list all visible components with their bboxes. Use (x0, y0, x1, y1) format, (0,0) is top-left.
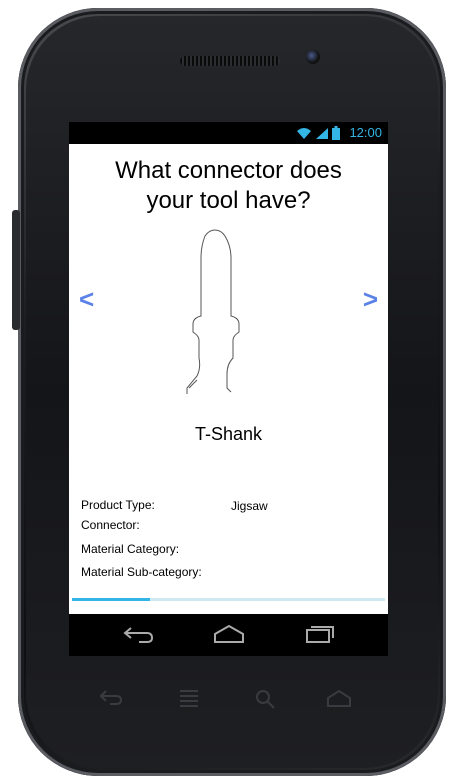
progress-bar (72, 598, 385, 601)
wifi-icon (297, 127, 311, 139)
product-type-value: Jigsaw (231, 499, 268, 513)
hw-search-icon (256, 690, 275, 709)
system-nav-bar (69, 614, 388, 656)
question-line-1: What connector does (115, 157, 342, 184)
status-time: 12:00 (349, 125, 382, 140)
material-subcategory-label: Material Sub-category: (81, 565, 202, 579)
material-category-label: Material Category: (81, 542, 180, 556)
hw-back-icon (99, 690, 123, 705)
next-arrow-button[interactable]: > (363, 284, 378, 315)
battery-icon (332, 126, 340, 140)
product-type-label: Product Type: (81, 498, 155, 512)
status-icons (296, 125, 340, 141)
question-title: What connector does your tool have? (69, 156, 388, 216)
signal-icon (316, 127, 328, 139)
t-shank-connector-image (186, 229, 240, 394)
connector-name: T-Shank (194, 424, 263, 444)
hw-menu-icon (180, 690, 198, 707)
connector-label: Connector: (81, 518, 140, 532)
previous-arrow-button[interactable]: < (79, 284, 94, 315)
earpiece-speaker (180, 56, 280, 66)
status-bar: 12:00 (69, 122, 388, 144)
hw-home-icon (327, 689, 351, 707)
hardware-buttons (90, 688, 380, 712)
question-line-2: your tool have? (146, 187, 311, 214)
front-camera (306, 50, 320, 64)
back-icon[interactable] (121, 624, 155, 644)
volume-button (12, 210, 20, 330)
app-screen: 12:00 What connector does your tool have… (69, 122, 388, 656)
home-icon[interactable] (212, 624, 246, 644)
progress-fill (72, 598, 151, 601)
recent-apps-icon[interactable] (303, 624, 337, 644)
